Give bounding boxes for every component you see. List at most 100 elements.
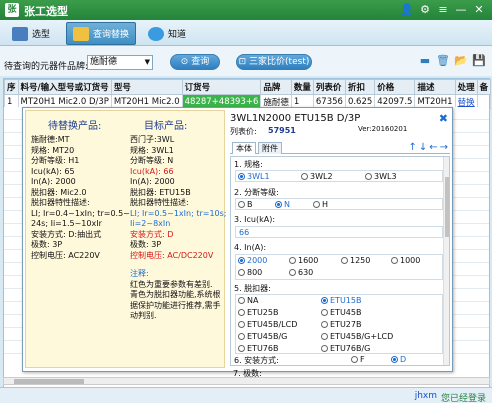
radio-option[interactable]: 1600 bbox=[289, 256, 318, 265]
open-folder-icon[interactable]: 📂 bbox=[454, 54, 468, 68]
col-header[interactable]: 料号/输入型号或订货号 bbox=[17, 79, 112, 95]
param-line: 分断等级: N bbox=[130, 156, 174, 165]
note-line: 红色为重要参数有差别. bbox=[130, 279, 213, 289]
radio-icon bbox=[341, 257, 348, 264]
radio-icon bbox=[391, 356, 398, 363]
delete-icon[interactable]: 🗑 bbox=[436, 54, 450, 68]
param-line: 控制电压: AC220V bbox=[31, 250, 100, 260]
menu-icon[interactable]: ≡ bbox=[436, 3, 450, 17]
monitor-icon bbox=[12, 26, 28, 41]
tab-body[interactable]: 本体 bbox=[232, 142, 256, 154]
radio-option[interactable]: 1250 bbox=[341, 256, 370, 265]
title-bar: 张 张工选型 👤 ⚙ ≡ — ✕ bbox=[0, 0, 492, 20]
radio-icon bbox=[238, 269, 245, 276]
param-line: 脱扣器: ETU15B bbox=[130, 187, 191, 197]
radio-option[interactable]: 1000 bbox=[391, 256, 420, 265]
horizontal-scrollbar[interactable] bbox=[3, 377, 490, 385]
col-header[interactable]: 列表价 bbox=[312, 79, 346, 95]
tab-query-replace[interactable]: 查询替换 bbox=[66, 22, 137, 45]
tab-label: 查询替换 bbox=[93, 30, 130, 40]
tab-accessory[interactable]: 附件 bbox=[258, 142, 282, 154]
close-icon[interactable]: ✕ bbox=[472, 3, 486, 17]
radio-option[interactable]: ETU45B/G bbox=[238, 332, 287, 341]
close-icon[interactable]: ✖ bbox=[439, 112, 448, 125]
radio-option[interactable]: ETU25B bbox=[238, 308, 278, 317]
col-header[interactable]: 品牌 bbox=[260, 79, 292, 95]
radio-icon bbox=[289, 257, 296, 264]
param-name: 2. 分断等级: bbox=[234, 188, 279, 197]
col-header[interactable]: 处理 bbox=[454, 79, 478, 95]
compare-button[interactable]: ⊡ 三家比价(test) bbox=[236, 54, 312, 70]
minimize-icon[interactable]: — bbox=[454, 3, 468, 17]
col-header[interactable]: 序 bbox=[4, 79, 19, 95]
param-line: 脱扣器特性描述: bbox=[130, 198, 189, 207]
remove-icon[interactable]: ▬ bbox=[418, 54, 432, 68]
radio-icon bbox=[301, 173, 308, 180]
radio-icon bbox=[313, 201, 320, 208]
param-line-diff: Icu(kA): 66 bbox=[130, 166, 174, 176]
radio-option[interactable]: B bbox=[238, 200, 253, 209]
param-name: 3. Icu(kA): bbox=[234, 215, 276, 224]
user-icon[interactable]: 👤 bbox=[400, 3, 414, 17]
radio-option[interactable]: 2000 bbox=[238, 256, 267, 265]
replace-popup: 待替换产品: 目标产品: 施耐德:MT 规格: MT20 分断等级: H1 Ic… bbox=[22, 107, 453, 378]
folder-icon bbox=[73, 26, 89, 41]
save-icon[interactable]: 💾 bbox=[472, 54, 486, 68]
radio-option[interactable]: ETU15B bbox=[321, 296, 361, 305]
login-status: 您已经登录 bbox=[440, 394, 486, 403]
globe-icon bbox=[148, 26, 164, 41]
query-button[interactable]: ⊙ 查询 bbox=[170, 54, 220, 70]
radio-option[interactable]: F bbox=[351, 355, 365, 364]
col-header[interactable]: 描述 bbox=[414, 79, 456, 95]
scroll-thumb[interactable] bbox=[14, 379, 84, 384]
radio-icon bbox=[365, 173, 372, 180]
table-header-row: 序 料号/输入型号或订货号 型号 订货号 品牌 数量 列表价 折扣 价格 描述 … bbox=[4, 79, 492, 95]
param-line-trip: Ii=2~8xIn bbox=[130, 219, 171, 228]
radio-option[interactable]: 630 bbox=[289, 268, 313, 277]
radio-icon bbox=[321, 297, 328, 304]
config-subtabs: 本体 附件 ↑↓←→ bbox=[230, 142, 450, 154]
radio-icon bbox=[238, 297, 245, 304]
col-header[interactable]: 价格 bbox=[374, 79, 416, 95]
col-header[interactable]: 折扣 bbox=[344, 79, 376, 95]
arrow-icons[interactable]: ↑↓←→ bbox=[408, 142, 450, 153]
compare-label: 三家比价(test) bbox=[249, 57, 310, 67]
radio-option[interactable]: NA bbox=[238, 296, 258, 305]
radio-option[interactable]: 800 bbox=[238, 268, 262, 277]
value-field[interactable] bbox=[235, 226, 443, 238]
brand-select[interactable]: 施耐德 ▼ bbox=[87, 55, 153, 70]
param-scrollbar[interactable] bbox=[443, 157, 449, 365]
gear-icon[interactable]: ⚙ bbox=[418, 3, 432, 17]
param-name: 4. In(A): bbox=[234, 243, 267, 252]
scroll-thumb[interactable] bbox=[445, 177, 449, 237]
col-header[interactable]: 备 bbox=[476, 79, 492, 95]
radio-option[interactable]: 3WL2 bbox=[301, 172, 333, 181]
radio-icon bbox=[321, 309, 328, 316]
radio-option[interactable]: ETU45B bbox=[321, 308, 361, 317]
radio-icon bbox=[238, 333, 245, 340]
radio-option[interactable]: ETU27B bbox=[321, 320, 361, 329]
param-line: 脱扣器: Mic2.0 bbox=[31, 187, 87, 197]
radio-option[interactable]: ETU76B/G bbox=[321, 344, 370, 353]
radio-option[interactable]: ETU45B/LCD bbox=[238, 320, 297, 329]
param-line-diff: 安装方式: D bbox=[130, 229, 174, 239]
radio-icon bbox=[238, 345, 245, 352]
icu-value: 66 bbox=[239, 228, 250, 237]
col-header[interactable]: 数量 bbox=[290, 79, 314, 95]
radio-option[interactable]: H bbox=[313, 200, 328, 209]
radio-option[interactable]: D bbox=[391, 355, 406, 364]
param-line: 西门子:3WL bbox=[130, 135, 175, 144]
search-icon: ⊙ bbox=[180, 57, 189, 67]
param-line: 极数: 3P bbox=[130, 240, 162, 249]
radio-option[interactable]: ETU45B/G+LCD bbox=[321, 332, 393, 341]
col-header[interactable]: 型号 bbox=[110, 79, 183, 95]
radio-option[interactable]: ETU76B bbox=[238, 344, 278, 353]
radio-option[interactable]: N bbox=[275, 200, 290, 209]
tab-know[interactable]: 知道 bbox=[142, 22, 192, 45]
tab-select[interactable]: 选型 bbox=[6, 22, 56, 45]
col-header[interactable]: 订货号 bbox=[181, 79, 262, 95]
radio-icon bbox=[238, 321, 245, 328]
radio-option[interactable]: 3WL3 bbox=[365, 172, 397, 181]
price-value: 57951 bbox=[268, 126, 296, 135]
radio-option[interactable]: 3WL1 bbox=[238, 172, 270, 181]
